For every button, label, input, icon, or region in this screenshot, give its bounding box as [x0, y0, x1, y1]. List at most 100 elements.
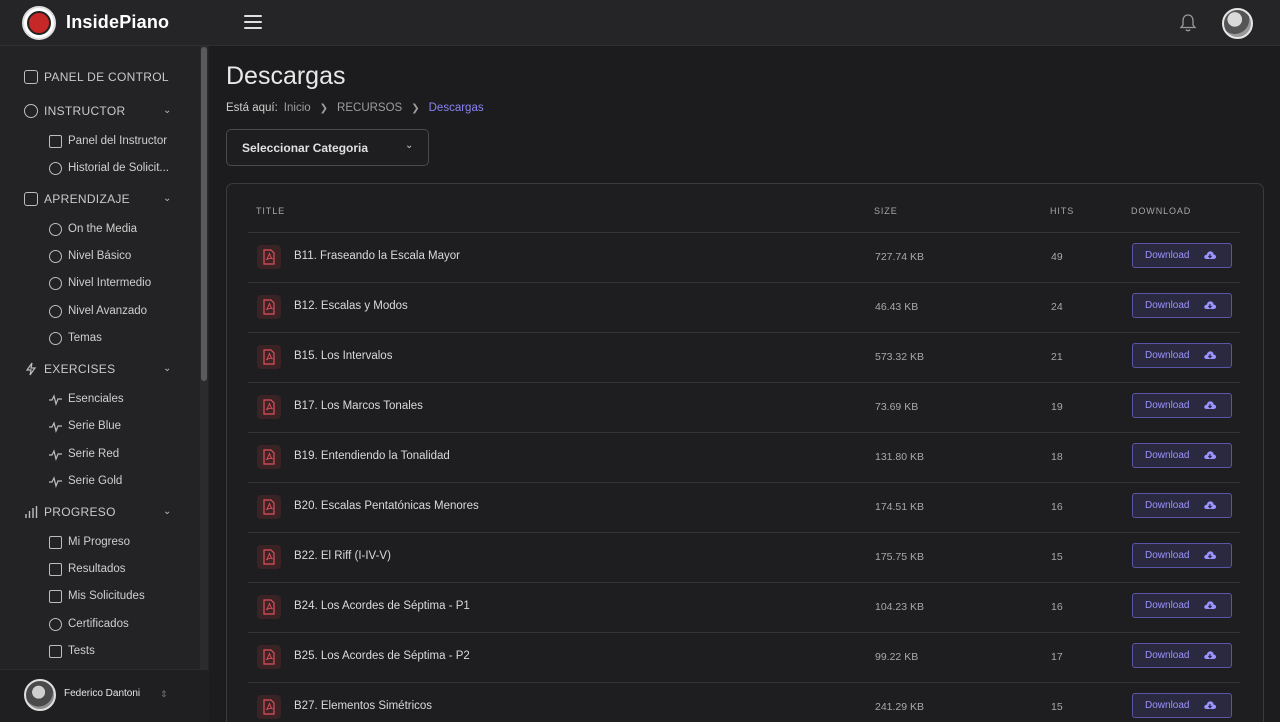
- download-button[interactable]: Download: [1132, 593, 1232, 618]
- file-title[interactable]: B19. Entendiendo la Tonalidad: [294, 450, 450, 462]
- sidebar-item-nivel-basico[interactable]: Nivel Básico: [49, 247, 131, 265]
- download-button[interactable]: Download: [1132, 293, 1232, 318]
- chevron-down-icon[interactable]: ⌄: [163, 506, 173, 517]
- sidebar-item-historial[interactable]: Historial de Solicit...: [49, 159, 169, 177]
- sidebar-item-label: Mi Progreso: [68, 536, 130, 548]
- cloud-download-icon: [1204, 501, 1217, 509]
- file-size: 99.22 KB: [875, 651, 919, 663]
- cloud-download-icon: [1204, 551, 1217, 559]
- table-row: B17. Los Marcos Tonales 73.69 KB 19 Downloa…: [248, 383, 1240, 433]
- nav-aprendizaje[interactable]: APRENDIZAJE: [24, 189, 130, 209]
- sidebar-item-temas[interactable]: Temas: [49, 329, 102, 347]
- file-size: 131.80 KB: [875, 451, 925, 463]
- nav-progreso[interactable]: PROGRESO: [24, 502, 116, 522]
- cloud-download-icon: [1204, 651, 1217, 659]
- download-button[interactable]: Download: [1132, 393, 1232, 418]
- download-label: Download: [1145, 650, 1190, 661]
- sidebar-item-panel-instructor[interactable]: Panel del Instructor: [49, 132, 167, 150]
- download-button[interactable]: Download: [1132, 643, 1232, 668]
- file-title[interactable]: B24. Los Acordes de Séptima - P1: [294, 600, 470, 612]
- file-hits: 18: [1051, 451, 1063, 463]
- switch-user-icon[interactable]: ⇕: [160, 689, 168, 700]
- user-footer[interactable]: Federico Dantoni ⇕: [0, 669, 209, 722]
- sidebar-item-serie-gold[interactable]: Serie Gold: [49, 472, 122, 490]
- cloud-download-icon: [1204, 251, 1217, 259]
- file-title[interactable]: B27. Elementos Simétricos: [294, 700, 432, 712]
- sidebar-item-serie-blue[interactable]: Serie Blue: [49, 417, 121, 435]
- table-row: B15. Los Intervalos 573.32 KB 21 Download: [248, 333, 1240, 383]
- chevron-down-icon: ⌄: [405, 140, 414, 151]
- sidebar-item-serie-red[interactable]: Serie Red: [49, 445, 119, 463]
- column-header-size: SIZE: [874, 206, 898, 216]
- sidebar-item-label: Historial de Solicit...: [68, 162, 169, 174]
- nav-panel-de-control[interactable]: PANEL DE CONTROL: [24, 67, 169, 87]
- download-label: Download: [1145, 500, 1190, 511]
- chevron-down-icon[interactable]: ⌄: [163, 363, 173, 374]
- bell-icon[interactable]: [1179, 13, 1197, 33]
- chevron-down-icon[interactable]: ⌄: [163, 105, 173, 116]
- pulse-icon: [49, 420, 62, 433]
- download-button[interactable]: Download: [1132, 493, 1232, 518]
- file-hits: 16: [1051, 601, 1063, 613]
- pdf-file-icon: [257, 595, 281, 619]
- sidebar-item-certificados[interactable]: Certificados: [49, 615, 129, 633]
- download-label: Download: [1145, 250, 1190, 261]
- pulse-icon: [49, 448, 62, 461]
- sidebar-item-mi-progreso[interactable]: Mi Progreso: [49, 533, 130, 551]
- hamburger-icon[interactable]: [244, 15, 262, 31]
- sidebar-item-tests[interactable]: Tests: [49, 642, 95, 660]
- sidebar-item-on-the-media[interactable]: On the Media: [49, 220, 137, 238]
- sidebar-item-nivel-intermedio[interactable]: Nivel Intermedio: [49, 274, 151, 292]
- sidebar-item-mis-solicitudes[interactable]: Mis Solicitudes: [49, 587, 145, 605]
- download-label: Download: [1145, 300, 1190, 311]
- file-hits: 15: [1051, 551, 1063, 563]
- category-select[interactable]: Seleccionar Categoria ⌄: [226, 129, 429, 166]
- breadcrumb-recursos[interactable]: RECURSOS: [337, 102, 402, 114]
- file-hits: 16: [1051, 501, 1063, 513]
- clock-icon: [49, 161, 62, 175]
- sidebar-scrollbar[interactable]: [200, 46, 208, 669]
- sidebar-item-esenciales[interactable]: Esenciales: [49, 390, 124, 408]
- download-button[interactable]: Download: [1132, 693, 1232, 718]
- download-label: Download: [1145, 600, 1190, 611]
- brand-name[interactable]: InsidePiano: [66, 12, 169, 33]
- sidebar-item-label: Panel del Instructor: [68, 135, 168, 147]
- file-title[interactable]: B15. Los Intervalos: [294, 350, 392, 362]
- pdf-file-icon: [257, 395, 281, 419]
- download-button[interactable]: Download: [1132, 443, 1232, 468]
- page-title: Descargas: [226, 62, 346, 90]
- pulse-icon: [49, 475, 62, 488]
- brand-logo[interactable]: [22, 6, 56, 40]
- file-title[interactable]: B12. Escalas y Modos: [294, 300, 408, 312]
- download-button[interactable]: Download: [1132, 243, 1232, 268]
- file-hits: 24: [1051, 301, 1063, 313]
- pdf-file-icon: [257, 445, 281, 469]
- file-title[interactable]: B17. Los Marcos Tonales: [294, 400, 423, 412]
- play-circle-icon: [49, 249, 62, 263]
- chevron-down-icon[interactable]: ⌄: [163, 193, 173, 204]
- table-row: B12. Escalas y Modos 46.43 KB 24 Download: [248, 283, 1240, 333]
- file-title[interactable]: B25. Los Acordes de Séptima - P2: [294, 650, 470, 662]
- download-button[interactable]: Download: [1132, 343, 1232, 368]
- nav-instructor[interactable]: INSTRUCTOR: [24, 101, 125, 121]
- nav-label: INSTRUCTOR: [44, 104, 126, 118]
- sidebar-item-label: Nivel Intermedio: [68, 277, 152, 289]
- table-row: B22. El Riff (I-IV-V) 175.75 KB 15 Download: [248, 533, 1240, 583]
- clipboard-icon: [49, 644, 62, 658]
- file-title[interactable]: B22. El Riff (I-IV-V): [294, 550, 391, 562]
- file-title[interactable]: B11. Fraseando la Escala Mayor: [294, 250, 460, 262]
- nav-exercises[interactable]: EXERCISES: [24, 359, 115, 379]
- sidebar-item-nivel-avanzado[interactable]: Nivel Avanzado: [49, 302, 147, 320]
- breadcrumb: Está aquí: Inicio ❯ RECURSOS ❯ Descargas: [226, 102, 484, 114]
- pulse-icon: [49, 393, 62, 406]
- file-title[interactable]: B20. Escalas Pentatónicas Menores: [294, 500, 479, 512]
- download-button[interactable]: Download: [1132, 543, 1232, 568]
- sidebar-item-resultados[interactable]: Resultados: [49, 560, 126, 578]
- chevron-right-icon: ❯: [319, 102, 329, 114]
- breadcrumb-inicio[interactable]: Inicio: [284, 102, 311, 114]
- file-size: 174.51 KB: [875, 501, 925, 513]
- hand-icon: [49, 589, 62, 603]
- cloud-download-icon: [1204, 451, 1217, 459]
- user-avatar[interactable]: [1222, 8, 1253, 39]
- file-size: 73.69 KB: [875, 401, 919, 413]
